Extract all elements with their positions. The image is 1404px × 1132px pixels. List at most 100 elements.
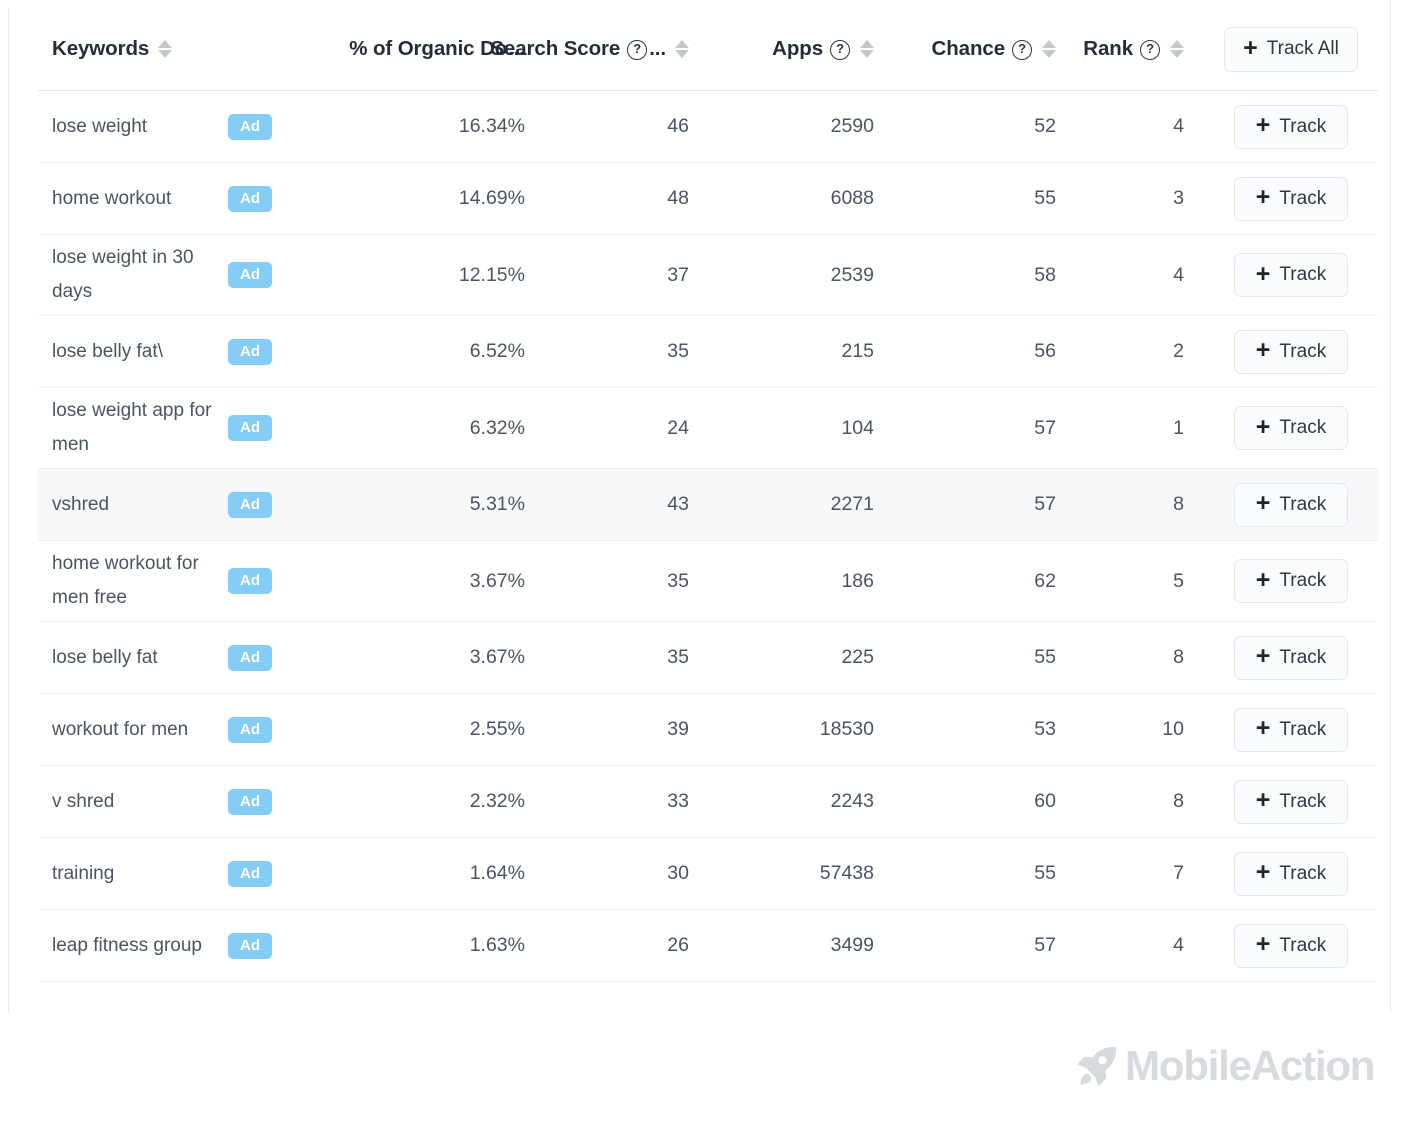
cell-rank: 8	[1173, 646, 1184, 668]
plus-icon: +	[1255, 412, 1271, 441]
cell-keyword: lose weight in 30 days	[38, 241, 228, 309]
plus-icon: +	[1255, 930, 1271, 958]
table-row[interactable]: workout for men Ad 2.55% 39 18530 53 10 + Track	[38, 694, 1378, 766]
track-all-button[interactable]: + Track All	[1224, 26, 1358, 72]
cell-ad: Ad	[228, 113, 320, 140]
cell-rank: 8	[1173, 790, 1184, 812]
track-button[interactable]: + Track	[1234, 253, 1348, 297]
cell-rank: 10	[1162, 718, 1184, 740]
plus-icon: +	[1255, 259, 1271, 288]
help-search-score-icon[interactable]	[627, 39, 648, 60]
help-rank-icon[interactable]	[1140, 39, 1160, 60]
ad-badge: Ad	[228, 185, 273, 212]
track-button[interactable]: + Track	[1234, 779, 1348, 824]
table-row[interactable]: lose weight app for men Ad 6.32% 24 104 57 1 + T…	[38, 388, 1378, 469]
track-button[interactable]: + Track	[1234, 635, 1348, 680]
cell-track: + Track	[1204, 176, 1378, 221]
cell-apps: 6088	[830, 187, 874, 209]
table-row[interactable]: lose weight Ad 16.34% 46 2590 52 4 + Track	[38, 91, 1378, 163]
keyword-text: lose belly fat	[52, 646, 158, 668]
ad-badge: Ad	[228, 338, 273, 365]
panel-left-border	[8, 8, 9, 1013]
column-header-rank[interactable]: Rank	[1076, 37, 1204, 61]
cell-ad: Ad	[228, 860, 320, 887]
column-header-search-score[interactable]: Search Score ...	[490, 37, 706, 61]
sort-toggle-search-score-icon[interactable]	[675, 39, 689, 59]
cell-apps: 2243	[830, 790, 874, 812]
track-button[interactable]: + Track	[1234, 923, 1348, 968]
cell-search-score: 43	[667, 493, 689, 515]
sort-toggle-apps-icon[interactable]	[860, 39, 874, 59]
table-row[interactable]: home workout for men free Ad 3.67% 35 186 62 5…	[38, 541, 1378, 622]
table-row[interactable]: v shred Ad 2.32% 33 2243 60 8 + Track	[38, 766, 1378, 838]
table-row[interactable]: lose belly fat\ Ad 6.52% 35 215 56 2 + Track	[38, 316, 1378, 388]
column-header-track-all: + Track All	[1204, 26, 1378, 72]
column-header-search-score-label: Search Score	[490, 37, 621, 60]
mobileaction-logo: MobileAction	[1075, 1038, 1375, 1094]
cell-chance: 53	[1034, 718, 1056, 740]
cell-ad: Ad	[228, 415, 320, 441]
cell-apps: 225	[841, 646, 874, 668]
cell-apps: 2271	[830, 493, 874, 515]
ad-badge: Ad	[228, 262, 273, 288]
cell-keyword: vshred	[38, 488, 228, 522]
cell-apps: 104	[841, 416, 874, 439]
keyword-text: vshred	[52, 493, 110, 515]
cell-organic-downloads: 14.69%	[458, 187, 525, 209]
track-button[interactable]: + Track	[1234, 482, 1348, 527]
table-row[interactable]: leap fitness group Ad 1.63% 26 3499 57 4 + Track	[38, 910, 1378, 982]
track-button[interactable]: + Track	[1234, 104, 1348, 149]
track-button[interactable]: + Track	[1234, 329, 1348, 374]
cell-track: + Track	[1204, 482, 1378, 527]
cell-ad: Ad	[228, 491, 320, 518]
cell-ad: Ad	[228, 788, 320, 815]
plus-icon: +	[1255, 489, 1271, 517]
table-row[interactable]: lose belly fat Ad 3.67% 35 225 55 8 + Track	[38, 622, 1378, 694]
ad-badge: Ad	[228, 932, 273, 959]
help-chance-icon[interactable]	[1012, 39, 1032, 60]
column-header-keywords[interactable]: Keywords	[38, 37, 228, 61]
cell-search-score: 35	[667, 569, 689, 592]
keyword-text: lose weight in 30 days	[52, 247, 194, 302]
cell-chance: 52	[1034, 115, 1056, 137]
sort-toggle-rank-icon[interactable]	[1170, 39, 1184, 59]
track-button[interactable]: + Track	[1234, 707, 1348, 752]
track-button[interactable]: + Track	[1234, 176, 1348, 221]
table-row[interactable]: vshred Ad 5.31% 43 2271 57 8 + Track	[38, 469, 1378, 541]
ad-badge: Ad	[228, 415, 273, 441]
cell-apps: 3499	[830, 934, 874, 956]
cell-chance: 60	[1034, 790, 1056, 812]
cell-rank: 3	[1173, 187, 1184, 209]
help-apps-icon[interactable]	[830, 39, 850, 60]
table-row[interactable]: lose weight in 30 days Ad 12.15% 37 2539 58 4 +…	[38, 235, 1378, 316]
cell-apps: 57438	[819, 862, 874, 884]
cell-keyword: home workout	[38, 182, 228, 216]
cell-keyword: lose weight app for men	[38, 394, 228, 462]
cell-chance: 57	[1034, 493, 1056, 515]
cell-ad: Ad	[228, 338, 320, 365]
track-button-label: Track	[1279, 646, 1327, 668]
keyword-text: home workout	[52, 187, 172, 209]
sort-toggle-keywords-icon[interactable]	[158, 39, 173, 59]
cell-keyword: workout for men	[38, 713, 228, 747]
cell-chance: 57	[1034, 416, 1056, 439]
plus-icon: +	[1255, 183, 1271, 211]
track-button-label: Track	[1279, 934, 1327, 956]
cell-keyword: training	[38, 857, 228, 891]
track-button-label: Track	[1279, 264, 1327, 285]
table-row[interactable]: training Ad 1.64% 30 57438 55 7 + Track	[38, 838, 1378, 910]
page-root: Keywords % of Organic Do... Search Score…	[0, 0, 1404, 1132]
cell-rank: 4	[1173, 115, 1184, 137]
table-row[interactable]: home workout Ad 14.69% 48 6088 55 3 + Track	[38, 163, 1378, 235]
track-button[interactable]: + Track	[1234, 559, 1348, 603]
ad-badge: Ad	[228, 568, 273, 594]
cell-search-score: 48	[667, 187, 689, 209]
cell-track: + Track	[1204, 707, 1378, 752]
column-header-apps[interactable]: Apps	[706, 37, 896, 61]
column-header-chance[interactable]: Chance	[896, 37, 1076, 61]
sort-toggle-chance-icon[interactable]	[1042, 39, 1056, 59]
mobileaction-wordmark: MobileAction	[1125, 1042, 1375, 1089]
cell-keyword: lose belly fat\	[38, 335, 228, 369]
track-button[interactable]: + Track	[1234, 851, 1348, 896]
track-button[interactable]: + Track	[1234, 406, 1348, 450]
